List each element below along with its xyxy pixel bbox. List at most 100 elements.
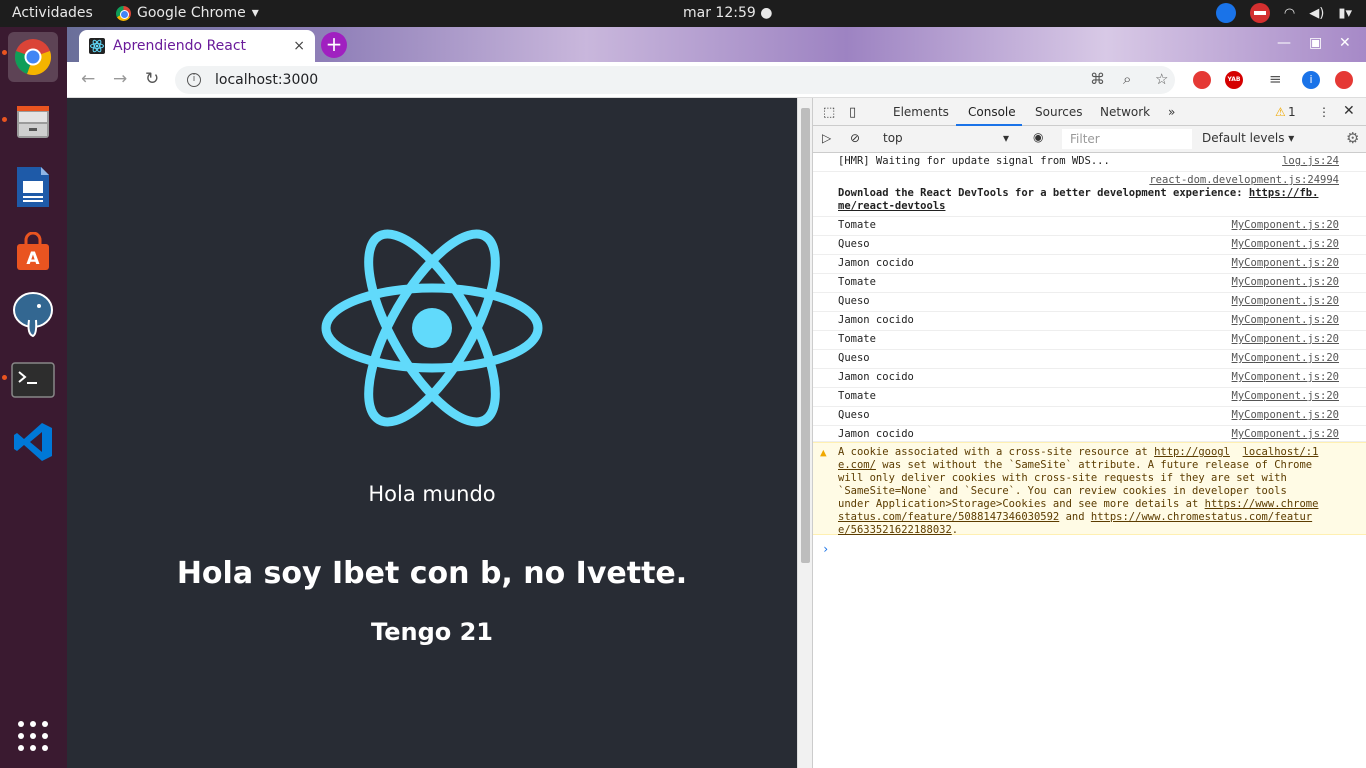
console-row: Tomate MyComponent.js:20 [813, 331, 1366, 350]
back-icon[interactable]: ← [81, 69, 95, 89]
inspect-icon[interactable]: ⬚ [823, 105, 835, 120]
console-source-link[interactable]: log.js:24 [1282, 155, 1339, 167]
console-source-link[interactable]: MyComponent.js:20 [1232, 314, 1339, 326]
battery-icon[interactable]: ▮▾ [1338, 6, 1352, 21]
chevron-down-icon[interactable]: ▾ [1003, 131, 1009, 145]
reload-icon[interactable]: ↻ [145, 69, 159, 89]
eye-icon[interactable]: ◉ [1033, 130, 1043, 144]
console-source-link[interactable]: MyComponent.js:20 [1232, 352, 1339, 364]
warning-link[interactable]: https://www.chromestatus.com/featur [1091, 511, 1312, 523]
show-applications-button[interactable] [8, 711, 58, 761]
close-window-icon[interactable]: ✕ [1339, 35, 1351, 51]
page-scrollbar[interactable] [797, 98, 812, 768]
react-devtools-link[interactable]: https://fb. [1249, 187, 1319, 199]
devtools-close-icon[interactable]: ✕ [1343, 103, 1355, 119]
console-source-link[interactable]: MyComponent.js:20 [1232, 371, 1339, 383]
warning-link[interactable]: e.com/ [838, 459, 876, 471]
console-source-link[interactable]: MyComponent.js:20 [1232, 428, 1339, 440]
tab-aprendiendo-react[interactable]: Aprendiendo React × [79, 30, 315, 62]
warning-text: . [951, 524, 959, 536]
context-selector[interactable]: top [883, 131, 903, 145]
dock-software-center[interactable]: A [8, 227, 58, 277]
clock[interactable]: mar 12:59 ● [683, 5, 772, 21]
clear-console-icon[interactable]: ⊘ [850, 131, 860, 145]
console-filter-input[interactable]: Filter [1062, 129, 1192, 149]
extension-info-icon[interactable]: i [1302, 71, 1320, 89]
react-devtools-link[interactable]: me/react-devtools [838, 200, 945, 212]
warning-link[interactable]: http://googl [1154, 446, 1230, 458]
dock-pgadmin[interactable] [8, 289, 58, 339]
tab-network[interactable]: Network [1100, 105, 1150, 119]
console-prompt[interactable]: › [822, 542, 829, 556]
warning-text: and [1059, 511, 1091, 523]
extension-upload-icon[interactable] [1335, 71, 1353, 89]
page-heading: Hola soy Ibet con b, no Ivette. [176, 556, 688, 591]
warning-icon[interactable]: ⚠ [1275, 105, 1286, 119]
console-source-link[interactable]: MyComponent.js:20 [1232, 333, 1339, 345]
tab-title: Aprendiendo React [113, 38, 247, 54]
tab-console[interactable]: Console [968, 105, 1016, 119]
maximize-icon[interactable]: ▣ [1309, 35, 1322, 51]
scrollbar-thumb[interactable] [801, 108, 810, 563]
more-tabs-icon[interactable]: » [1168, 105, 1175, 119]
volume-icon[interactable]: ◀) [1309, 6, 1324, 21]
dock-terminal[interactable] [2, 355, 58, 405]
zoom-icon[interactable]: ⌕ [1123, 70, 1131, 88]
page-viewport: Hola mundo Hola soy Ibet con b, no Ivett… [67, 98, 797, 768]
console-source-link[interactable]: MyComponent.js:20 [1232, 219, 1339, 231]
running-indicator [2, 375, 7, 380]
device-toggle-icon[interactable]: ▯ [849, 105, 856, 120]
translate-icon[interactable]: ⌘ [1090, 70, 1105, 88]
console-source-link[interactable]: MyComponent.js:20 [1232, 238, 1339, 250]
new-tab-button[interactable]: + [321, 32, 347, 58]
bookmark-star-icon[interactable]: ☆ [1155, 70, 1168, 88]
app-menu[interactable]: Google Chrome ▾ [116, 5, 259, 21]
dock-writer[interactable] [8, 162, 58, 212]
console-source-link[interactable]: MyComponent.js:20 [1232, 276, 1339, 288]
console-message: Tomate [838, 219, 876, 231]
console-source-link[interactable]: MyComponent.js:20 [1232, 390, 1339, 402]
teamviewer-icon[interactable] [1215, 3, 1236, 23]
console-message: Queso [838, 352, 870, 364]
extension-red-icon[interactable] [1193, 71, 1211, 89]
console-source-link[interactable]: MyComponent.js:20 [1232, 295, 1339, 307]
wifi-icon[interactable]: ◠ [1284, 6, 1295, 21]
console-message: Queso [838, 295, 870, 307]
warning-count[interactable]: 1 [1288, 105, 1296, 119]
log-levels-dropdown[interactable]: Default levels ▾ [1202, 131, 1294, 145]
address-bar[interactable]: i localhost:3000 [175, 66, 1175, 94]
react-favicon-icon [89, 38, 105, 54]
console-source-link[interactable]: MyComponent.js:20 [1232, 257, 1339, 269]
warning-link[interactable]: status.com/feature/5088147346030592 [838, 511, 1059, 523]
minimize-icon[interactable]: — [1277, 35, 1291, 51]
settings-gear-icon[interactable]: ⚙ [1346, 129, 1359, 147]
dock-files[interactable] [2, 97, 58, 147]
media-list-icon[interactable]: ≡ [1269, 70, 1282, 88]
info-icon[interactable]: i [187, 73, 201, 87]
vscode-icon [14, 423, 52, 461]
tab-close-icon[interactable]: × [293, 38, 305, 54]
warning-link[interactable]: https://www.chrome [1205, 498, 1319, 510]
no-entry-icon[interactable] [1249, 3, 1270, 23]
console-message: Queso [838, 409, 870, 421]
running-indicator [2, 50, 7, 55]
sidebar-toggle-icon[interactable]: ▷ [822, 131, 831, 145]
console-source-link[interactable]: localhost/:1 [1243, 446, 1319, 458]
toolbar: ← → ↻ i localhost:3000 ⌘ ⌕ ☆ YAB ≡ i [67, 62, 1366, 98]
warning-link[interactable]: e/5633521622188032 [838, 524, 952, 536]
activities-button[interactable]: Actividades [12, 5, 93, 21]
react-devtools-text: Download the React DevTools for a better… [838, 187, 1249, 199]
extension-yab-icon[interactable]: YAB [1225, 71, 1243, 89]
dock-vscode[interactable] [8, 417, 58, 467]
system-tray[interactable]: ◠ ◀) ▮▾ [1215, 3, 1352, 23]
console-source-link[interactable]: react-dom.development.js:24994 [1149, 174, 1339, 186]
forward-icon[interactable]: → [113, 69, 127, 89]
dock-chrome[interactable] [2, 32, 58, 82]
running-indicator [2, 117, 7, 122]
chrome-icon [116, 5, 131, 21]
tab-elements[interactable]: Elements [893, 105, 949, 119]
tab-sources[interactable]: Sources [1035, 105, 1082, 119]
devtools-menu-icon[interactable]: ⋮ [1318, 105, 1330, 119]
console-toolbar: ▷ ⊘ top ▾ ◉ Filter Default levels ▾ ⚙ [813, 126, 1366, 153]
console-source-link[interactable]: MyComponent.js:20 [1232, 409, 1339, 421]
